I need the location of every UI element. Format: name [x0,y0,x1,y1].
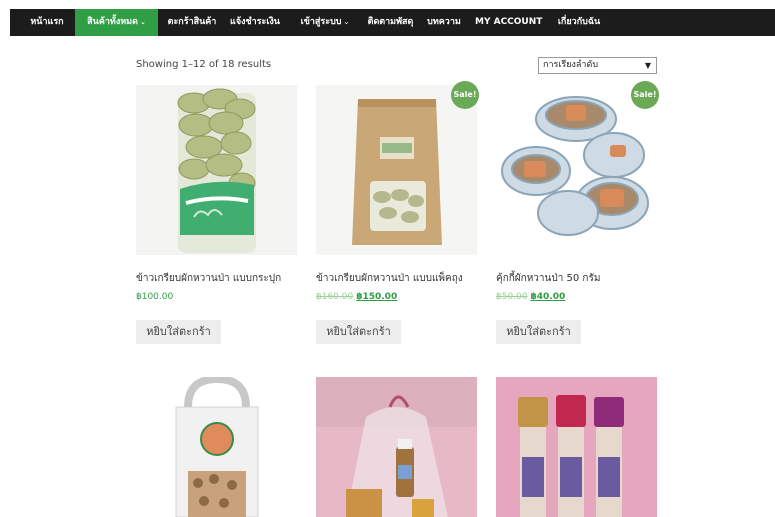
nav-item-articles[interactable]: บทความ [422,9,466,36]
sale-badge: Sale! [451,81,479,109]
sort-select[interactable]: การเรียงลำดับ ▼ [538,57,657,74]
nav-item-label: แจ้งชำระเงิน [230,17,280,27]
nav-item-payment[interactable]: แจ้งชำระเงิน [225,9,285,36]
product-image[interactable] [316,377,477,517]
main-navigation: หน้าแรก สินค้าทั้งหมด ⌄ ตะกร้าสินค้า แจ้ง… [10,9,775,36]
kraft-pouch-image [316,85,477,255]
product-title[interactable]: ข้าวเกรียบผักหวานป่า แบบกระปุก [136,271,281,286]
nav-item-label: สินค้าทั้งหมด [87,17,138,27]
product-image[interactable] [136,85,297,255]
result-count: Showing 1–12 of 18 results [136,59,272,70]
nav-item-tracking[interactable]: ติดตามพัสดุ [362,9,419,36]
nav-item-label: ติดตามพัสดุ [367,17,414,27]
nav-item-login[interactable]: เข้าสู่ระบบ ⌄ [291,9,359,36]
regular-price: ฿100.00 [136,292,174,302]
chevron-down-icon: ⌄ [343,18,350,26]
chevron-down-icon: ⌄ [139,18,146,26]
nav-item-label: เข้าสู่ระบบ [300,17,342,27]
add-to-cart-button[interactable]: หยิบใส่ตะกร้า [496,320,581,344]
old-price: ฿50.00 [496,292,528,302]
nav-item-all-products[interactable]: สินค้าทั้งหมด ⌄ [75,9,158,36]
cookie-tubs-image [496,85,657,255]
nav-item-cart[interactable]: ตะกร้าสินค้า [160,9,224,36]
nav-item-label: เกี่ยวกับฉัน [557,17,601,27]
nav-item-home[interactable]: หน้าแรก [22,9,72,36]
gift-set-image [316,377,477,517]
crackers-jar-image [136,85,297,255]
product-price: ฿50.00 ฿40.00 [496,292,565,302]
gift-box-image [136,377,297,517]
product-image[interactable] [316,85,477,255]
product-image[interactable] [496,85,657,255]
product-image[interactable] [496,377,657,517]
nav-item-label: บทความ [427,17,461,27]
product-title[interactable]: ข้าวเกรียบผักหวานป่า แบบแพ็คถุง [316,271,463,286]
product-image[interactable] [136,377,297,517]
product-price: ฿160.00 ฿150.00 [316,292,397,302]
sort-selected-value: การเรียงลำดับ [543,60,599,70]
dropdown-arrow-icon: ▼ [644,61,651,70]
sale-badge: Sale! [631,81,659,109]
sale-price: ฿40.00 [530,292,566,302]
nav-item-label: หน้าแรก [30,17,64,27]
sale-price: ฿150.00 [356,292,398,302]
nav-item-about[interactable]: เกี่ยวกับฉัน [548,9,610,36]
nav-item-label: ตะกร้าสินค้า [167,17,217,27]
add-to-cart-button[interactable]: หยิบใส่ตะกร้า [136,320,221,344]
nav-item-my-account[interactable]: MY ACCOUNT [475,9,543,36]
old-price: ฿160.00 [316,292,354,302]
product-price: ฿100.00 [136,292,173,302]
roll-on-bottles-image [496,377,657,517]
nav-item-label: MY ACCOUNT [475,17,543,27]
add-to-cart-button[interactable]: หยิบใส่ตะกร้า [316,320,401,344]
product-title[interactable]: คุ้กกี้ผักหวานป่า 50 กรัม [496,271,600,286]
